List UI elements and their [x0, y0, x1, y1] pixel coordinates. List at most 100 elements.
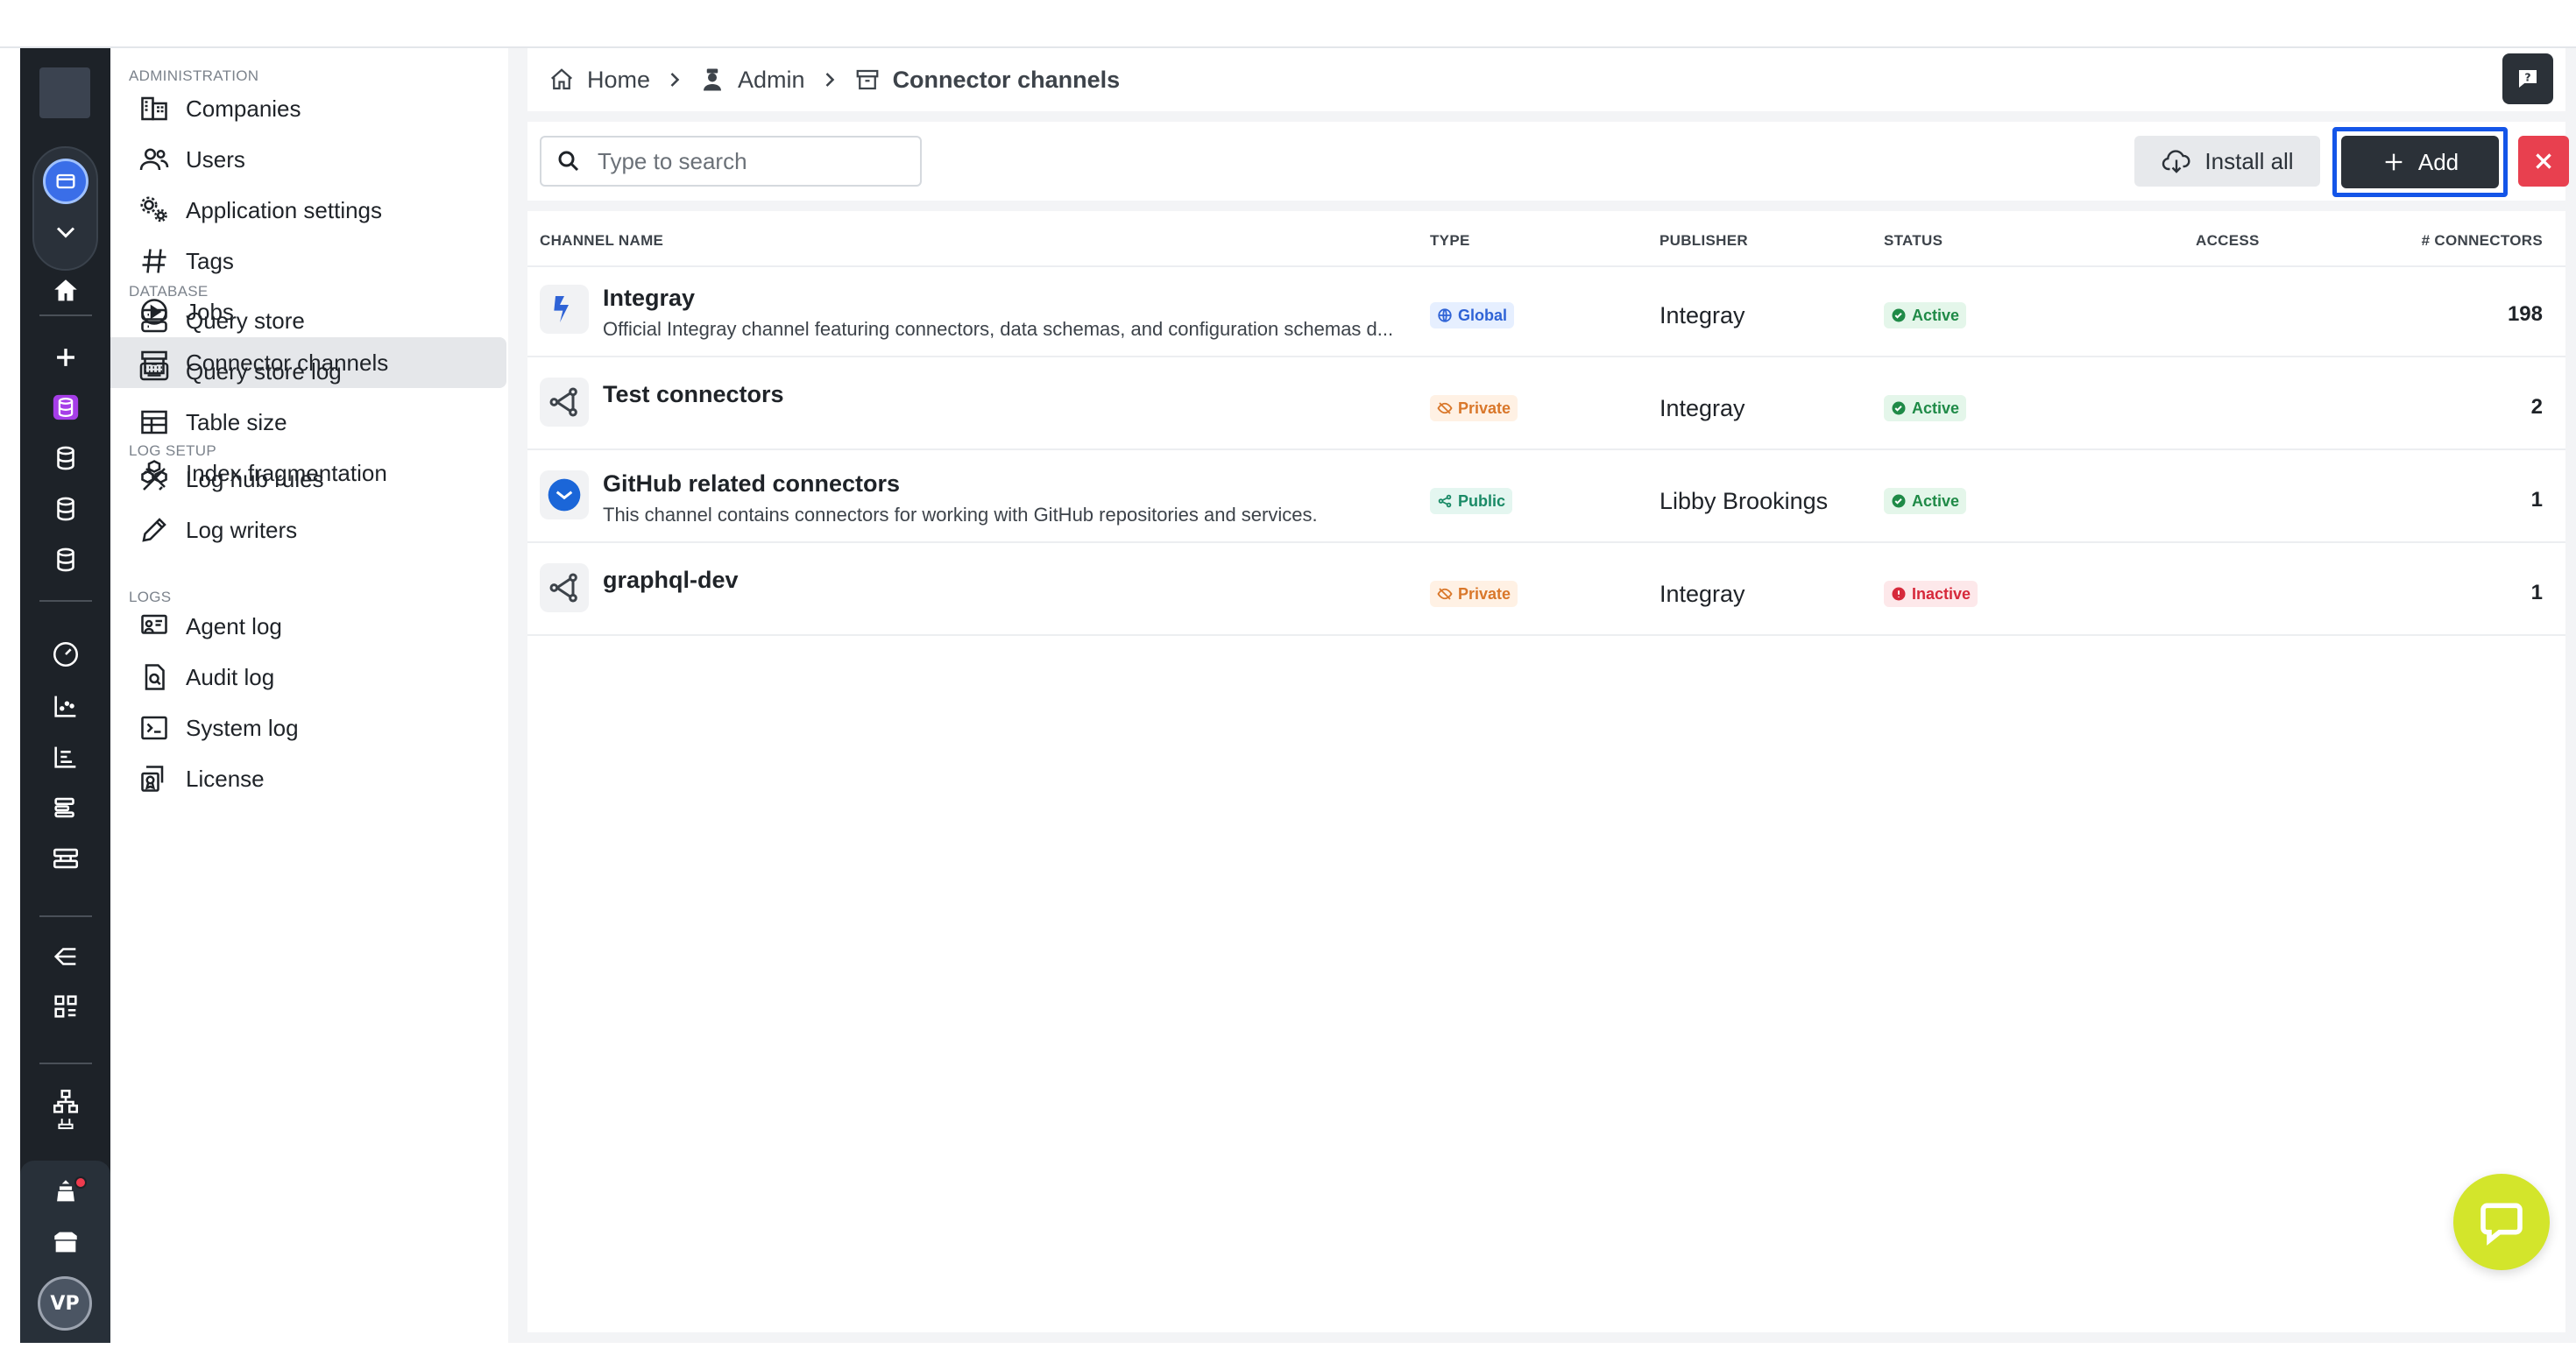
share-icon	[1437, 493, 1458, 509]
connector-count: 1	[2530, 581, 2543, 604]
github-channel-icon	[540, 470, 589, 519]
sidebar-item-audit-log[interactable]: Audit log	[110, 652, 506, 703]
notification-dot	[74, 1176, 87, 1189]
agent-log-icon	[137, 609, 172, 644]
live-chat-button[interactable]	[2453, 1174, 2550, 1270]
plus-icon[interactable]	[20, 335, 110, 379]
breadcrumb: Home Admin Connector channels ?	[527, 48, 2565, 111]
sidebar-section-title: ADMINISTRATION	[129, 67, 259, 84]
breadcrumb-admin[interactable]: Admin	[699, 67, 805, 94]
channel-name[interactable]: Test connectors	[603, 381, 784, 408]
icon-rail: VP	[20, 48, 110, 1343]
search-box[interactable]	[540, 136, 922, 187]
channels-table: CHANNEL NAME TYPE PUBLISHER STATUS ACCES…	[527, 211, 2565, 1332]
lightning-channel-icon	[540, 285, 589, 334]
search-input[interactable]	[598, 147, 895, 175]
chat-bubble-icon	[2480, 1203, 2523, 1246]
header-type[interactable]: TYPE	[1430, 232, 1470, 250]
eye-slash-icon	[1437, 400, 1458, 416]
sidebar-item-label: Query store log	[186, 357, 342, 385]
channel-description: Official Integray channel featuring conn…	[603, 318, 1394, 340]
sidebar-item-system-log[interactable]: System log	[110, 703, 506, 753]
share-nodes-icon	[540, 563, 589, 612]
status-badge: Inactive	[1884, 581, 1978, 607]
channel-description: This channel contains connectors for wor…	[603, 504, 1318, 526]
connector-plug-icon[interactable]	[20, 1115, 110, 1141]
sidebar-item-agent-log[interactable]: Agent log	[110, 601, 506, 652]
sidebar-item-log-writers[interactable]: Log writers	[110, 505, 506, 555]
eye-slash-icon	[1437, 586, 1458, 602]
header-connectors[interactable]: # CONNECTORS	[2422, 232, 2543, 250]
database-active-icon[interactable]	[20, 385, 110, 429]
chat-question-icon: ?	[2519, 70, 2537, 88]
database-icon[interactable]	[20, 487, 110, 531]
close-button[interactable]	[2518, 136, 2569, 187]
header-status[interactable]: STATUS	[1884, 232, 1943, 250]
workspace-icon	[43, 159, 88, 204]
database-icon[interactable]	[20, 538, 110, 582]
sidebar-item-query-store[interactable]: Query store	[110, 295, 506, 346]
sidebar-item-companies[interactable]: Companies	[110, 83, 506, 134]
globe-icon	[1437, 307, 1458, 323]
chevron-right-icon	[825, 73, 834, 87]
sidebar-item-label: Companies	[186, 95, 301, 122]
channel-name[interactable]: Integray	[603, 285, 695, 312]
gears-icon	[137, 193, 172, 228]
sidebar-item-label: Table size	[186, 408, 287, 435]
publisher: Integray	[1660, 395, 1745, 421]
sidebar-item-tags[interactable]: Tags	[110, 236, 506, 286]
header-channel-name[interactable]: CHANNEL NAME	[540, 232, 663, 250]
scatter-chart-icon[interactable]	[20, 684, 110, 728]
table-row[interactable]: Test connectors Private Integray Active …	[527, 362, 2565, 450]
list-bars-icon[interactable]	[20, 786, 110, 830]
hash-icon	[137, 244, 172, 279]
license-icon	[137, 761, 172, 796]
alert-circle-icon	[1891, 586, 1912, 602]
audit-log-icon	[137, 660, 172, 695]
sidebar-item-query-store-log[interactable]: Query store log	[110, 346, 506, 397]
channel-name[interactable]: graphql-dev	[603, 567, 739, 594]
admin-sidebar: ADMINISTRATION Companies Users Application …	[110, 48, 519, 1343]
connector-count: 2	[2530, 395, 2543, 419]
network-table-icon[interactable]	[20, 837, 110, 880]
sidebar-item-application-settings[interactable]: Application settings	[110, 185, 506, 236]
sidebar-item-label: System log	[186, 714, 299, 741]
publisher: Integray	[1660, 302, 1745, 328]
database-icon[interactable]	[20, 436, 110, 480]
flow-icon[interactable]	[20, 935, 110, 978]
sidebar-item-license[interactable]: License	[110, 753, 506, 804]
check-circle-icon	[1891, 400, 1912, 416]
package-icon[interactable]	[20, 1220, 110, 1264]
connector-count: 198	[2507, 302, 2543, 326]
chevron-down-icon	[56, 227, 75, 238]
dashboard-gauge-icon[interactable]	[20, 632, 110, 676]
sidebar-item-users[interactable]: Users	[110, 134, 506, 185]
table-row[interactable]: graphql-dev Private Integray Inactive 1	[527, 547, 2565, 636]
table-row[interactable]: GitHub related connectors This channel c…	[527, 455, 2565, 543]
bar-chart-icon[interactable]	[20, 735, 110, 779]
support-agent-icon[interactable]	[20, 1169, 110, 1213]
app-logo[interactable]	[39, 67, 90, 118]
home-icon[interactable]	[20, 269, 110, 313]
users-icon	[137, 142, 172, 177]
table-icon	[137, 405, 172, 440]
type-badge: Private	[1430, 395, 1518, 421]
type-badge: Global	[1430, 302, 1515, 328]
user-avatar[interactable]: VP	[38, 1276, 92, 1331]
sidebar-item-label: Agent log	[186, 612, 282, 639]
grid-icon[interactable]	[20, 985, 110, 1028]
breadcrumb-home[interactable]: Home	[548, 67, 650, 94]
table-row[interactable]: Integray Official Integray channel featu…	[527, 269, 2565, 357]
channel-name[interactable]: GitHub related connectors	[603, 470, 900, 498]
header-access[interactable]: ACCESS	[2196, 232, 2260, 250]
help-chat-button[interactable]: ?	[2502, 53, 2553, 104]
table-header: CHANNEL NAME TYPE PUBLISHER STATUS ACCES…	[527, 211, 2565, 267]
install-all-button[interactable]: Install all	[2134, 136, 2320, 187]
header-publisher[interactable]: PUBLISHER	[1660, 232, 1748, 250]
workspace-switcher[interactable]	[32, 146, 98, 271]
check-circle-icon	[1891, 307, 1912, 323]
add-button[interactable]: Add	[2341, 136, 2499, 188]
sidebar-item-label: Log writers	[186, 516, 298, 543]
sidebar-item-log-hub-rules[interactable]: Log hub rules	[110, 454, 506, 505]
sidebar-item-table-size[interactable]: Table size	[110, 397, 506, 448]
